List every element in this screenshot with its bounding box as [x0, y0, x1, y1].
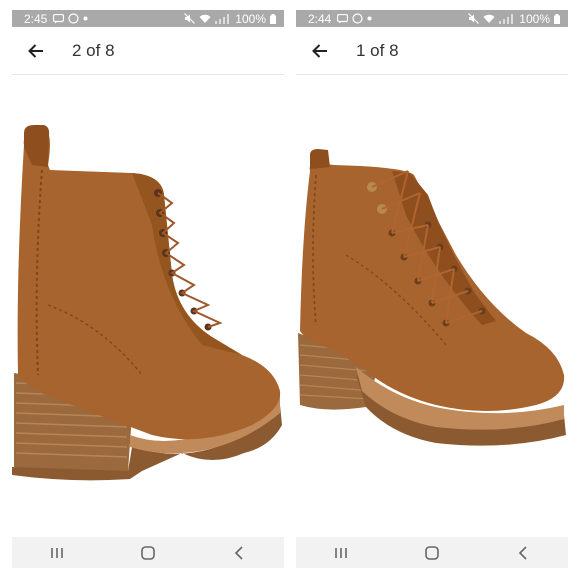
wifi-icon [483, 14, 495, 23]
recents-icon [335, 547, 348, 558]
whatsapp-icon [68, 13, 79, 24]
battery-percent: 100% [519, 11, 550, 26]
whatsapp-icon [352, 13, 363, 24]
back-button[interactable] [296, 27, 344, 75]
message-icon [53, 13, 65, 23]
message-icon [337, 13, 349, 23]
back-nav-icon [518, 545, 527, 560]
mute-icon [468, 13, 480, 24]
status-time: 2:44 [308, 11, 332, 26]
signal-icon [499, 13, 514, 24]
recents-button[interactable] [321, 537, 361, 568]
status-time: 2:45 [24, 11, 48, 26]
home-icon [141, 545, 155, 560]
app-bar: 1 of 8 [296, 27, 568, 75]
product-image [12, 125, 282, 481]
dot-icon [367, 16, 372, 21]
home-button[interactable] [128, 537, 168, 568]
back-button[interactable] [12, 27, 60, 75]
back-arrow-icon [312, 43, 327, 58]
home-button[interactable] [412, 537, 452, 568]
screen-right: 2:44 100% 1 of 8 [296, 10, 568, 568]
product-image-viewer[interactable] [296, 75, 568, 538]
home-icon [425, 545, 439, 560]
back-nav-icon [234, 545, 243, 560]
product-image-viewer[interactable] [12, 75, 284, 538]
system-nav-bar [296, 537, 568, 568]
app-bar: 2 of 8 [12, 27, 284, 75]
system-nav-bar [12, 537, 284, 568]
product-image [298, 149, 566, 446]
screen-left: 2:45 100% 2 of 8 [12, 10, 284, 568]
recents-button[interactable] [37, 537, 77, 568]
dot-icon [83, 16, 88, 21]
recents-icon [51, 547, 64, 558]
status-bar: 2:44 100% [296, 10, 568, 27]
mute-icon [184, 13, 196, 24]
battery-percent: 100% [235, 11, 266, 26]
wifi-icon [199, 14, 211, 23]
image-pager-counter: 1 of 8 [356, 40, 399, 60]
signal-icon [215, 13, 230, 24]
image-pager-counter: 2 of 8 [72, 40, 115, 60]
back-nav-button[interactable] [503, 537, 543, 568]
battery-icon [270, 13, 276, 24]
battery-icon [554, 13, 560, 24]
status-bar: 2:45 100% [12, 10, 284, 27]
back-arrow-icon [28, 43, 43, 58]
back-nav-button[interactable] [219, 537, 259, 568]
